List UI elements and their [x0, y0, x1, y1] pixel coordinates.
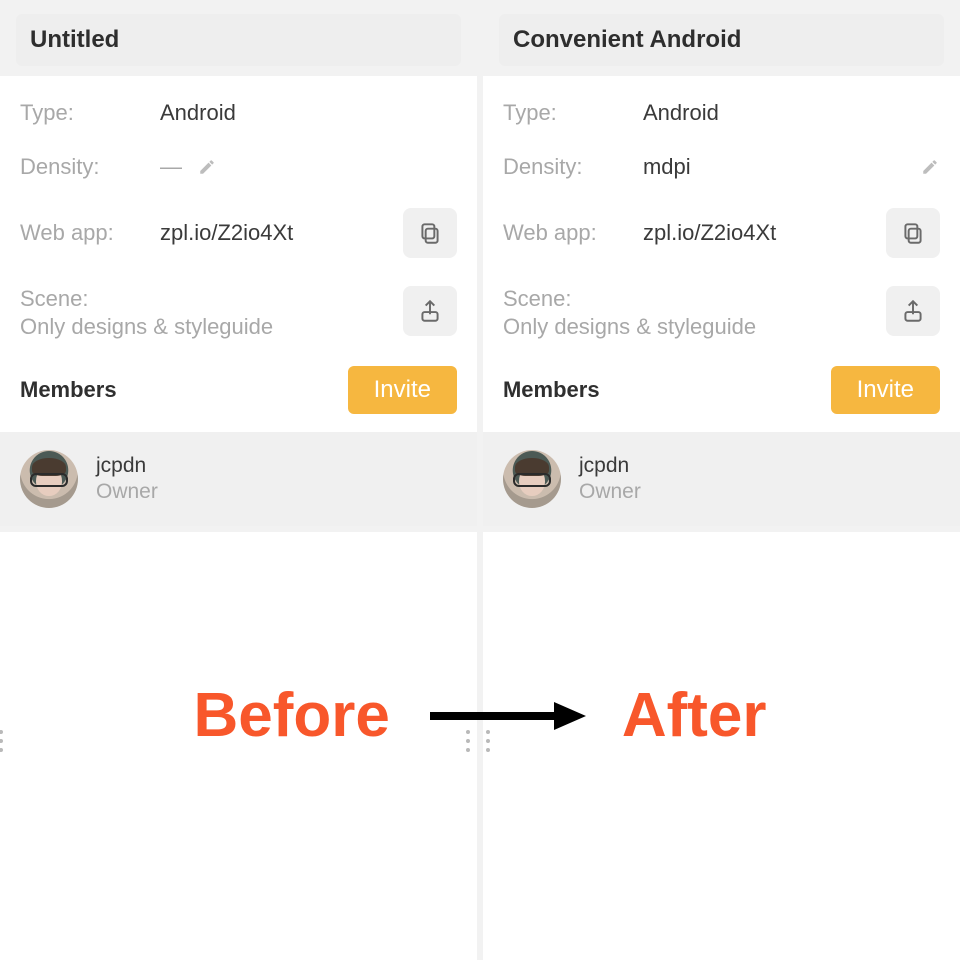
member-role: Owner [579, 480, 641, 504]
project-details-card: Type: Android Density: — Web app: zpl.io… [0, 76, 477, 432]
members-header: Members Invite [503, 346, 940, 414]
resize-handle-icon[interactable] [0, 730, 5, 752]
type-value: Android [643, 100, 940, 126]
density-row: Density: — [20, 140, 457, 194]
project-details-card: Type: Android Density: mdpi Web app: zpl… [483, 76, 960, 432]
density-row: Density: mdpi [503, 140, 940, 194]
type-row: Type: Android [20, 86, 457, 140]
type-value: Android [160, 100, 457, 126]
empty-area [483, 532, 960, 960]
resize-handle-icon[interactable] [486, 730, 492, 752]
empty-area [0, 532, 477, 960]
members-header: Members Invite [20, 346, 457, 414]
copy-link-button[interactable] [886, 208, 940, 258]
type-label: Type: [20, 100, 152, 126]
member-role: Owner [96, 480, 158, 504]
scene-value: Only designs & styleguide [20, 314, 395, 340]
member-row[interactable]: jcpdn Owner [0, 432, 477, 526]
density-value: — [160, 154, 183, 180]
panel-before: Untitled Type: Android Density: — Web ap… [0, 0, 477, 960]
density-label: Density: [503, 154, 635, 180]
panel-after: Convenient Android Type: Android Density… [483, 0, 960, 960]
resize-handle-icon[interactable] [466, 730, 472, 752]
share-scene-button[interactable] [403, 286, 457, 336]
scene-row: Scene: Only designs & styleguide [503, 272, 940, 346]
scene-row: Scene: Only designs & styleguide [20, 272, 457, 346]
project-title[interactable]: Convenient Android [499, 14, 944, 66]
webapp-label: Web app: [20, 220, 152, 246]
scene-label: Scene: [503, 286, 878, 312]
webapp-row: Web app: zpl.io/Z2io4Xt [20, 194, 457, 272]
invite-button[interactable]: Invite [348, 366, 457, 414]
copy-link-button[interactable] [403, 208, 457, 258]
members-heading: Members [20, 377, 348, 403]
invite-button[interactable]: Invite [831, 366, 940, 414]
edit-density-icon[interactable] [920, 157, 940, 177]
member-name: jcpdn [96, 454, 158, 478]
members-heading: Members [503, 377, 831, 403]
member-name: jcpdn [579, 454, 641, 478]
member-row[interactable]: jcpdn Owner [483, 432, 960, 526]
scene-value: Only designs & styleguide [503, 314, 878, 340]
scene-label: Scene: [20, 286, 395, 312]
density-label: Density: [20, 154, 152, 180]
webapp-row: Web app: zpl.io/Z2io4Xt [503, 194, 940, 272]
avatar [503, 450, 561, 508]
density-value: mdpi [643, 154, 906, 180]
project-title[interactable]: Untitled [16, 14, 461, 66]
type-label: Type: [503, 100, 635, 126]
edit-density-icon[interactable] [197, 157, 217, 177]
webapp-label: Web app: [503, 220, 635, 246]
avatar [20, 450, 78, 508]
type-row: Type: Android [503, 86, 940, 140]
webapp-value: zpl.io/Z2io4Xt [643, 220, 878, 246]
share-scene-button[interactable] [886, 286, 940, 336]
webapp-value: zpl.io/Z2io4Xt [160, 220, 395, 246]
